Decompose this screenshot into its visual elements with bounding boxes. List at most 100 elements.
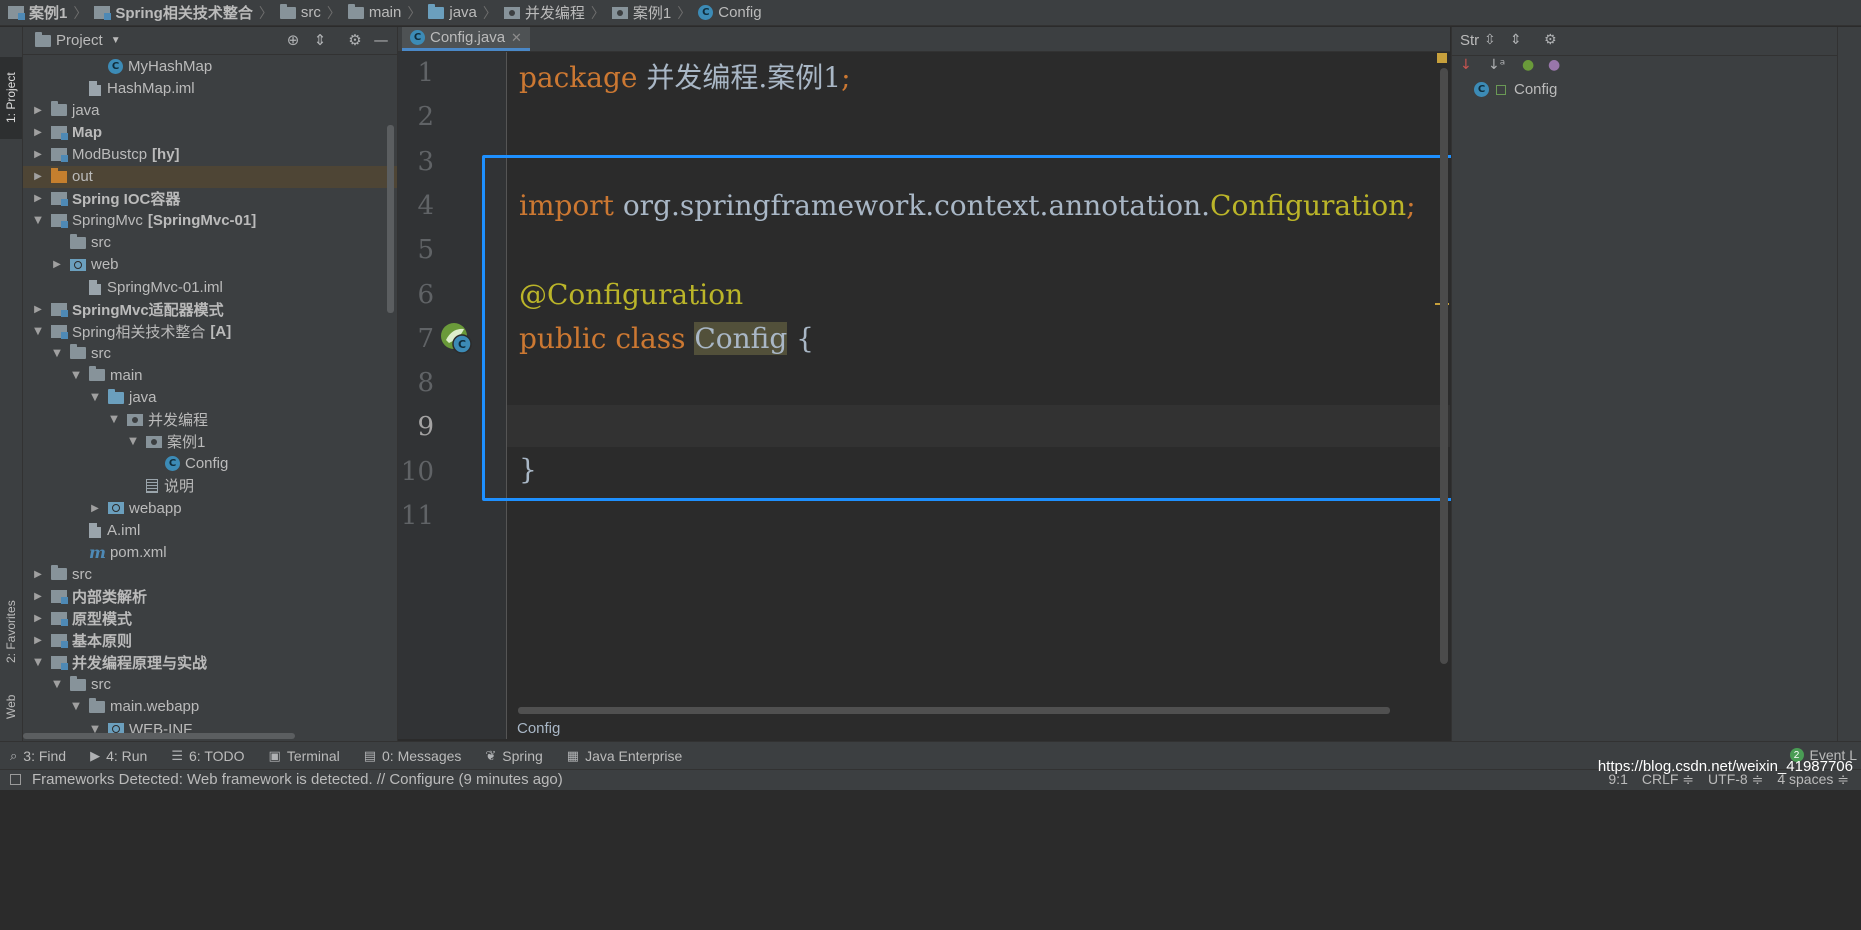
expanded-arrow-icon[interactable]: ▼: [31, 657, 45, 668]
collapsed-arrow-icon[interactable]: ▶: [88, 503, 102, 514]
breadcrumb-item[interactable]: src 〉: [279, 3, 348, 23]
show-properties-icon[interactable]: ●: [1548, 57, 1560, 73]
show-inherited-icon[interactable]: ●: [1522, 57, 1534, 73]
tree-row[interactable]: ▶ Map: [23, 121, 397, 143]
tree-row[interactable]: ▼ 案例1: [23, 431, 397, 453]
tree-row[interactable]: ▼ main: [23, 364, 397, 386]
tool-search[interactable]: ⌕ 3: Find: [10, 748, 66, 764]
expanded-arrow-icon[interactable]: ▼: [50, 679, 64, 690]
tree-row[interactable]: ▼ src: [23, 342, 397, 364]
tree-row[interactable]: ▼ Spring相关技术整合 [A]: [23, 320, 397, 342]
tree-row[interactable]: ▶ java: [23, 99, 397, 121]
breadcrumb-label: 案例1: [29, 5, 68, 22]
expanded-arrow-icon[interactable]: ▼: [69, 701, 83, 712]
structure-item-label: Config: [1514, 81, 1558, 98]
inspection-status-icon[interactable]: [1437, 53, 1447, 63]
tree-row[interactable]: ▼ 并发编程: [23, 409, 397, 431]
tree-row[interactable]: ▶ src: [23, 563, 397, 585]
locate-icon[interactable]: ⊕: [284, 31, 302, 49]
collapsed-arrow-icon[interactable]: ▶: [50, 259, 64, 270]
tree-row[interactable]: ▶ webapp: [23, 497, 397, 519]
tree-row[interactable]: ▶ 内部类解析: [23, 585, 397, 607]
tool-run[interactable]: ▶ 4: Run: [90, 748, 147, 764]
breadcrumb-item[interactable]: Spring相关技术整合〉: [94, 2, 280, 23]
tab-web[interactable]: Web: [0, 687, 22, 727]
tree-row[interactable]: ▶ ModBustcp [hy]: [23, 143, 397, 165]
tree-label: main: [110, 366, 143, 384]
breadcrumb-item[interactable]: main 〉: [347, 3, 429, 23]
footer-class-name[interactable]: Config: [517, 720, 560, 737]
tab-project[interactable]: 1: Project: [0, 57, 22, 139]
collapsed-arrow-icon[interactable]: ▶: [31, 569, 45, 580]
tab-config-java[interactable]: C Config.java ✕: [402, 27, 530, 51]
spring-bean-gutter-icon[interactable]: C: [440, 322, 472, 354]
tree-row[interactable]: ▶ out: [23, 165, 397, 188]
breadcrumb-item[interactable]: C Config: [698, 4, 762, 21]
expanded-arrow-icon[interactable]: ▼: [107, 414, 121, 425]
tool-messages[interactable]: ▤ 0: Messages: [364, 748, 462, 764]
collapsed-arrow-icon[interactable]: ▶: [31, 613, 45, 624]
gear-icon[interactable]: ⚙: [346, 31, 364, 49]
project-tree-scrollbar[interactable]: [387, 125, 394, 313]
tree-row[interactable]: ▼ SpringMvc [SpringMvc-01]: [23, 210, 397, 232]
close-icon[interactable]: ✕: [511, 30, 522, 46]
expanded-arrow-icon[interactable]: ▼: [126, 436, 140, 447]
editor-vertical-scrollbar[interactable]: [1440, 68, 1448, 664]
tree-row[interactable]: src: [23, 232, 397, 254]
tree-row[interactable]: C MyHashMap: [23, 55, 397, 77]
structure-item-config[interactable]: C Config: [1474, 81, 1557, 98]
collapsed-arrow-icon[interactable]: ▶: [31, 304, 45, 315]
project-view-selector[interactable]: Project ▼: [35, 31, 121, 49]
expanded-arrow-icon[interactable]: ▼: [31, 215, 45, 226]
tree-row[interactable]: ▼ 并发编程原理与实战: [23, 652, 397, 674]
sort-by-visibility-icon[interactable]: ↓: [1460, 57, 1472, 73]
tool-spring[interactable]: ❦ Spring: [485, 748, 542, 764]
tree-row[interactable]: ▶ SpringMvc适配器模式: [23, 298, 397, 320]
breadcrumb-item[interactable]: 案例1 〉: [611, 2, 698, 23]
expand-all-icon[interactable]: ⇳: [1484, 32, 1496, 48]
tree-row[interactable]: ▼ src: [23, 674, 397, 696]
tree-row[interactable]: ▶ 基本原则: [23, 630, 397, 652]
tool-terminal[interactable]: ▣ Terminal: [269, 748, 340, 764]
collapsed-arrow-icon[interactable]: ▶: [31, 149, 45, 160]
tree-row[interactable]: SpringMvc-01.iml: [23, 276, 397, 298]
tree-row[interactable]: ▼ java: [23, 387, 397, 409]
breadcrumb-label: Spring相关技术整合: [115, 5, 253, 22]
tree-row[interactable]: ▶ 原型模式: [23, 608, 397, 630]
hide-panel-icon[interactable]: —: [372, 31, 390, 49]
line-number: 10: [400, 456, 434, 487]
tree-row[interactable]: A.iml: [23, 519, 397, 541]
expanded-arrow-icon[interactable]: ▼: [69, 370, 83, 381]
breadcrumb-item[interactable]: 并发编程〉: [503, 2, 612, 23]
expanded-arrow-icon[interactable]: ▼: [88, 392, 102, 403]
editor-horizontal-scrollbar[interactable]: [518, 707, 1390, 714]
tree-row[interactable]: m pom.xml: [23, 541, 397, 563]
collapse-all-icon[interactable]: ⇕: [311, 31, 329, 49]
tool-todo[interactable]: ☰ 6: TODO: [171, 748, 244, 764]
tree-row[interactable]: HashMap.iml: [23, 77, 397, 99]
collapsed-arrow-icon[interactable]: ▶: [31, 127, 45, 138]
tree-row[interactable]: ▶ web: [23, 254, 397, 276]
collapsed-arrow-icon[interactable]: ▶: [31, 105, 45, 116]
project-tree-hscrollbar[interactable]: [23, 733, 295, 739]
tree-row[interactable]: ▼ main.webapp: [23, 696, 397, 718]
collapsed-arrow-icon[interactable]: ▶: [31, 635, 45, 646]
status-message[interactable]: Frameworks Detected: Web framework is de…: [32, 771, 563, 788]
tool-java-enterprise[interactable]: ▦ Java Enterprise: [567, 748, 683, 764]
module-icon: [94, 6, 112, 20]
tree-row[interactable]: 说明: [23, 475, 397, 497]
tab-favorites[interactable]: 2: Favorites: [0, 587, 22, 677]
status-toggle-icon[interactable]: [10, 774, 21, 785]
breadcrumb-item[interactable]: 案例1 〉: [8, 2, 94, 23]
collapsed-arrow-icon[interactable]: ▶: [31, 591, 45, 602]
expanded-arrow-icon[interactable]: ▼: [50, 348, 64, 359]
gear-icon[interactable]: ⚙: [1544, 32, 1557, 48]
collapsed-arrow-icon[interactable]: ▶: [31, 193, 45, 204]
tree-row[interactable]: ▶ Spring IOC容器: [23, 188, 397, 210]
breadcrumb-item[interactable]: java 〉: [428, 3, 504, 23]
collapsed-arrow-icon[interactable]: ▶: [31, 171, 45, 182]
expanded-arrow-icon[interactable]: ▼: [31, 326, 45, 337]
sort-alpha-icon[interactable]: ↓ᵃ: [1488, 57, 1505, 73]
tree-row[interactable]: C Config: [23, 453, 397, 475]
collapse-all-icon[interactable]: ⇕: [1510, 32, 1522, 48]
